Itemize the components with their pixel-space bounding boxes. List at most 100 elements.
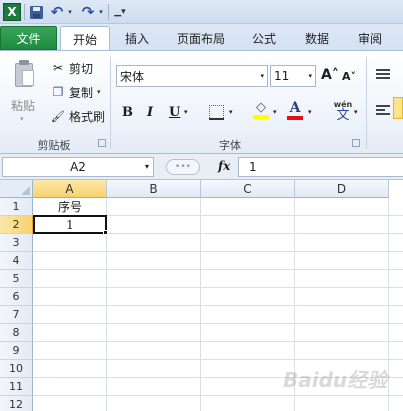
tab-data[interactable]: 数据 <box>296 26 338 50</box>
column-header-b[interactable]: B <box>107 180 201 198</box>
column-gridline <box>388 198 389 411</box>
copy-dropdown-icon[interactable]: ▾ <box>97 88 101 96</box>
column-header-c[interactable]: C <box>201 180 295 198</box>
row-header-11[interactable]: 11 <box>0 378 33 396</box>
formula-bar: A2 ▾ ••• fx 1 <box>0 154 403 180</box>
borders-dropdown-icon[interactable]: ▾ <box>229 101 233 123</box>
tab-home[interactable]: 开始 <box>60 26 110 51</box>
row-gridline <box>33 341 403 342</box>
cut-button[interactable]: ✂ 剪切 <box>50 59 93 77</box>
customize-toolbar-icon[interactable]: ▁▾ <box>114 3 126 21</box>
fill-color-swatch <box>253 115 269 119</box>
group-separator <box>366 57 367 149</box>
column-header-d[interactable]: D <box>295 180 389 198</box>
format-painter-label: 格式刷 <box>69 109 106 124</box>
font-color-swatch <box>287 116 303 120</box>
font-name-select[interactable]: 宋体 ▾ <box>116 65 268 87</box>
row-gridline <box>33 287 403 288</box>
format-painter-button[interactable]: 🖌 格式刷 <box>50 107 105 125</box>
font-name-dropdown-icon[interactable]: ▾ <box>260 72 264 80</box>
clipboard-group-label: 剪贴板 <box>37 139 71 152</box>
name-box[interactable]: A2 <box>2 157 154 177</box>
font-group-label: 字体 <box>219 139 241 152</box>
column-gridline <box>200 198 201 411</box>
row-header-12[interactable]: 12 <box>0 396 33 411</box>
undo-dropdown-icon[interactable]: ▾ <box>66 3 74 21</box>
row-gridline <box>33 359 403 360</box>
row-gridline <box>33 395 403 396</box>
copy-label: 复制 <box>69 85 94 100</box>
tab-formulas[interactable]: 公式 <box>243 26 285 50</box>
row-header-2[interactable]: 2 <box>0 216 33 234</box>
row-header-9[interactable]: 9 <box>0 342 33 360</box>
paste-button[interactable]: 粘贴 ▾ <box>6 57 42 123</box>
row-header-7[interactable]: 7 <box>0 306 33 324</box>
font-launcher-icon[interactable] <box>352 139 360 147</box>
fill-color-dropdown-icon[interactable]: ▾ <box>273 101 277 123</box>
paint-bucket-icon: ◇ <box>256 100 266 115</box>
font-size-value: 11 <box>274 69 290 83</box>
copy-icon: ❐ <box>52 85 64 99</box>
tab-file[interactable]: 文件 <box>0 26 57 50</box>
formula-input[interactable]: 1 <box>238 157 403 177</box>
redo-dropdown-icon[interactable]: ▾ <box>97 3 105 21</box>
cut-label: 剪切 <box>69 61 94 76</box>
column-header-a[interactable]: A <box>33 180 107 198</box>
quick-access-toolbar: X ↶ ▾ ↷ ▾ ▁▾ <box>0 0 403 24</box>
excel-logo-icon[interactable]: X <box>3 3 21 21</box>
paste-label: 粘贴 <box>11 99 36 113</box>
underline-dropdown-icon[interactable]: ▾ <box>184 101 188 123</box>
fill-handle[interactable] <box>103 230 108 235</box>
row-header-5[interactable]: 5 <box>0 270 33 288</box>
row-gridline <box>33 251 403 252</box>
tab-page-layout[interactable]: 页面布局 <box>166 26 236 50</box>
italic-button[interactable]: I <box>147 101 153 123</box>
row-header-4[interactable]: 4 <box>0 252 33 270</box>
grow-font-button[interactable]: A˄ <box>321 67 339 83</box>
row-gridline <box>33 269 403 270</box>
align-left-icon[interactable] <box>376 105 390 117</box>
undo-icon[interactable]: ↶ <box>49 3 65 21</box>
group-separator <box>110 57 111 149</box>
phonetic-char-icon: 文 <box>336 108 350 123</box>
fill-color-button[interactable]: ◇ <box>252 101 270 123</box>
align-top-icon[interactable] <box>376 69 390 81</box>
borders-icon <box>209 104 224 120</box>
redo-icon[interactable]: ↷ <box>80 3 96 21</box>
active-cell-border <box>33 215 107 234</box>
insert-function-icon[interactable]: fx <box>218 159 230 173</box>
formula-bar-resize-handle[interactable]: ••• <box>166 159 200 175</box>
font-color-button[interactable]: A <box>286 101 304 123</box>
toolbar-separator <box>108 4 109 20</box>
font-size-select[interactable]: 11 ▾ <box>270 65 316 87</box>
toolbar-separator <box>24 4 25 20</box>
font-size-dropdown-icon[interactable]: ▾ <box>308 72 312 80</box>
borders-button[interactable] <box>209 101 224 123</box>
bold-button[interactable]: B <box>122 101 133 123</box>
tab-insert[interactable]: 插入 <box>114 26 160 50</box>
shrink-font-button[interactable]: A˅ <box>342 70 356 83</box>
row-header-1[interactable]: 1 <box>0 198 33 216</box>
select-all-corner[interactable] <box>0 180 33 198</box>
name-box-dropdown-icon[interactable]: ▾ <box>145 162 149 171</box>
font-color-dropdown-icon[interactable]: ▾ <box>308 101 312 123</box>
row-header-8[interactable]: 8 <box>0 324 33 342</box>
copy-button[interactable]: ❐ 复制 ▾ <box>50 83 101 101</box>
spreadsheet-grid[interactable]: ABCD 1 2 3 4 5 6 7 8 9 10 11 12 序号 1 Baidu经验 <box>0 180 403 411</box>
row-header-10[interactable]: 10 <box>0 360 33 378</box>
paste-dropdown-icon[interactable]: ▾ <box>20 115 24 123</box>
clipboard-launcher-icon[interactable] <box>98 139 106 147</box>
ribbon-tabs: 文件 开始 插入 页面布局 公式 数据 审阅 <box>0 24 403 51</box>
cell-a1[interactable]: 序号 <box>33 198 107 215</box>
phonetic-dropdown-icon[interactable]: ▾ <box>354 101 358 123</box>
brush-icon: 🖌 <box>51 109 65 123</box>
row-header-6[interactable]: 6 <box>0 288 33 306</box>
underline-button[interactable]: U <box>169 101 180 123</box>
row-header-3[interactable]: 3 <box>0 234 33 252</box>
font-name-value: 宋体 <box>120 69 145 84</box>
tab-review[interactable]: 审阅 <box>350 26 390 50</box>
ribbon-home: 粘贴 ▾ ✂ 剪切 ❐ 复制 ▾ 🖌 格式刷 剪贴板 宋体 ▾ 11 ▾ A˄ … <box>0 50 403 154</box>
font-color-icon: A <box>289 100 301 116</box>
align-center-button[interactable] <box>393 97 403 119</box>
save-icon[interactable] <box>27 3 45 21</box>
